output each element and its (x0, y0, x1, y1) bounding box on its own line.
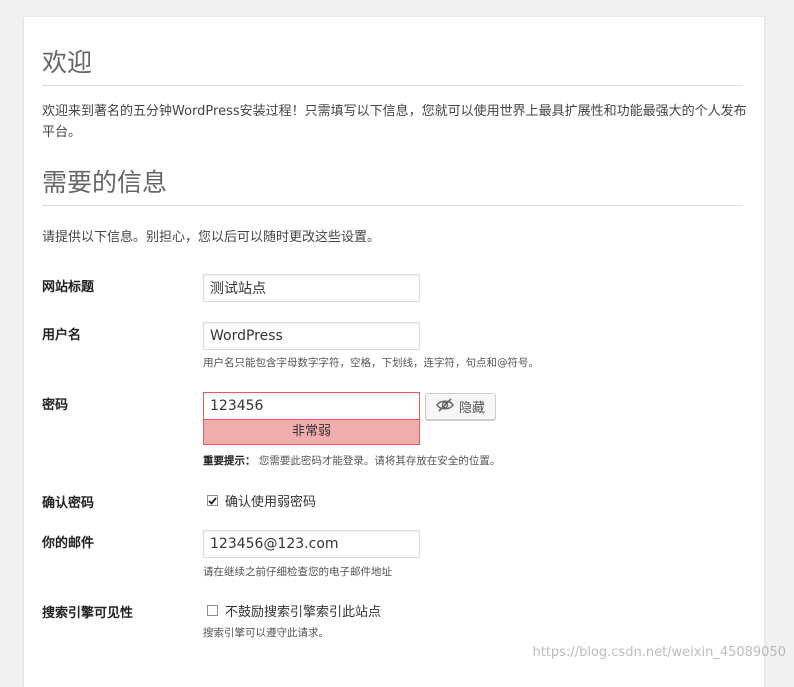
password-label: 密码 (42, 398, 69, 413)
confirm-password-label: 确认密码 (42, 496, 95, 511)
info-heading: 需要的信息 (42, 167, 743, 206)
email-input[interactable] (203, 530, 420, 558)
checkmark-icon (208, 496, 217, 505)
email-hint: 请在继续之前仔细检查您的电子邮件地址 (203, 566, 392, 578)
install-panel: 欢迎 欢迎来到著名的五分钟WordPress安装过程！只需填写以下信息，您就可以… (24, 17, 764, 687)
password-input[interactable] (203, 392, 420, 420)
confirm-weak-label: 确认使用弱密码 (225, 495, 317, 510)
discourage-search-checkbox[interactable] (207, 605, 218, 616)
site-title-label: 网站标题 (42, 280, 95, 295)
username-input[interactable] (203, 322, 420, 350)
watermark: https://blog.csdn.net/weixin_45089050 (532, 645, 786, 660)
search-visibility-label: 搜索引擎可见性 (42, 606, 134, 621)
eye-slash-icon (436, 397, 454, 416)
hide-password-button[interactable]: 隐藏 (425, 393, 496, 420)
discourage-search-label: 不鼓励搜索引擎索引此站点 (225, 605, 382, 620)
password-hint: 重要提示： 您需要此密码才能登录。请将其存放在安全的位置。 (203, 453, 500, 468)
welcome-text: 欢迎来到著名的五分钟WordPress安装过程！只需填写以下信息，您就可以使用世… (42, 104, 747, 140)
password-hint-text: 您需要此密码才能登录。请将其存放在安全的位置。 (258, 455, 501, 467)
site-title-input[interactable] (203, 274, 420, 302)
password-hint-strong: 重要提示： (203, 455, 256, 467)
confirm-weak-password[interactable]: 确认使用弱密码 (207, 491, 316, 510)
welcome-heading: 欢迎 (42, 47, 743, 86)
search-visibility-hint: 搜索引擎可以遵守此请求。 (203, 627, 329, 639)
info-text: 请提供以下信息。别担心，您以后可以随时更改这些设置。 (42, 230, 381, 245)
email-label: 你的邮件 (42, 536, 95, 551)
discourage-search-option[interactable]: 不鼓励搜索引擎索引此站点 (207, 601, 381, 620)
hide-password-label: 隐藏 (458, 401, 485, 416)
username-label: 用户名 (42, 328, 82, 343)
password-strength-meter: 非常弱 (203, 420, 420, 445)
confirm-weak-checkbox[interactable] (207, 495, 218, 506)
username-hint: 用户名只能包含字母数字字符，空格，下划线，连字符，句点和@符号。 (203, 357, 539, 369)
